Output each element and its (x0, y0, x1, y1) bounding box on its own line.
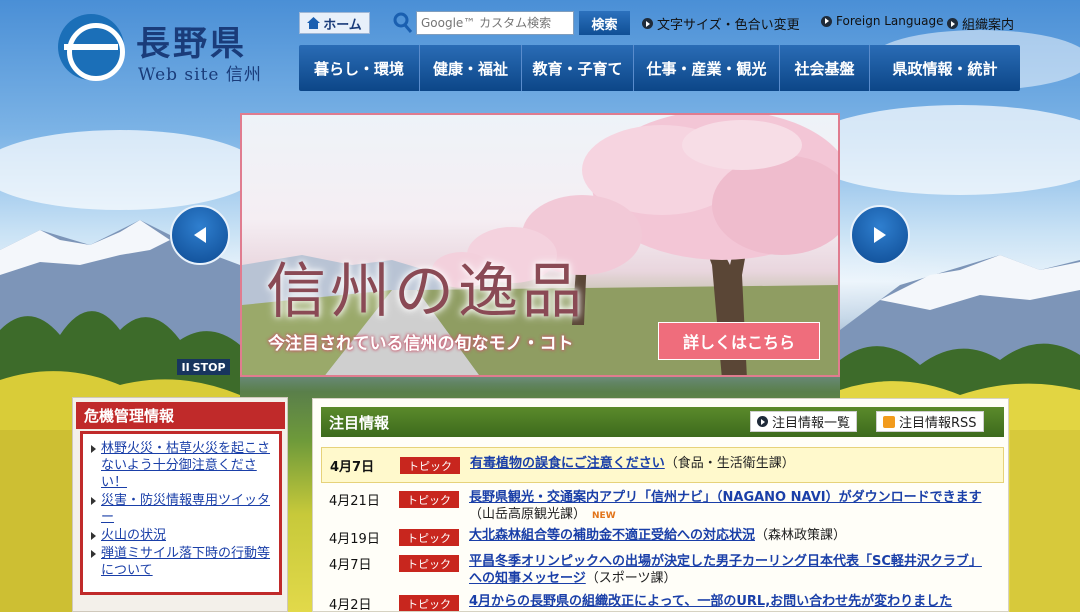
nav-health-welfare[interactable]: 健康・福祉 (420, 45, 522, 91)
home-icon (307, 17, 321, 29)
news-link[interactable]: 大北森林組合等の補助金不適正受給への対応状況 (469, 528, 755, 543)
nav-education-childcare[interactable]: 教育・子育て (522, 45, 634, 91)
news-list-button[interactable]: 注目情報一覧 (750, 411, 858, 432)
search-input[interactable] (416, 11, 574, 35)
news-row: 4月19日 トピック 大北森林組合等の補助金不適正受給への対応状況（森林政策課） (321, 523, 1004, 547)
news-row: 4月21日 トピック 長野県観光・交通案内アプリ「信州ナビ」（NAGANO NA… (321, 485, 1004, 522)
home-button[interactable]: ホーム (299, 12, 370, 34)
news-link[interactable]: 有毒植物の誤食にご注意ください (470, 456, 665, 471)
news-rss-button[interactable]: 注目情報RSS (876, 411, 984, 432)
nav-work-industry-tourism[interactable]: 仕事・産業・観光 (634, 45, 780, 91)
crisis-link-forest-fire[interactable]: 林野火災・枯草火災を起こさないよう十分御注意ください！ (101, 441, 270, 490)
news-date: 4月21日 (329, 494, 380, 509)
news-dept: （山岳高原観光課） (469, 507, 587, 522)
crisis-panel-title: 危機管理情報 (76, 402, 285, 429)
arrow-bullet-icon (947, 18, 958, 29)
slider-stop-button[interactable]: II STOP (177, 359, 230, 375)
news-dept: （森林政策課） (755, 528, 847, 543)
global-nav: 暮らし・環境 健康・福祉 教育・子育て 仕事・産業・観光 社会基盤 県政情報・統… (299, 45, 1020, 91)
news-tag-badge: トピック (399, 555, 459, 572)
news-date: 4月7日 (330, 460, 375, 475)
news-text: 有毒植物の誤食にご注意ください（食品・生活衛生課） (470, 448, 990, 482)
news-text: 平昌冬季オリンピックへの出場が決定した男子カーリング日本代表「SC軽井沢クラブ」… (469, 549, 989, 586)
news-link[interactable]: 長野県観光・交通案内アプリ「信州ナビ」（NAGANO NAVI）がダウンロードで… (469, 490, 982, 505)
home-label: ホーム (323, 17, 362, 33)
featured-news-panel: 注目情報 注目情報一覧 注目情報RSS 4月7日 トピック 有毒植物の誤食にご注… (312, 398, 1009, 612)
news-date: 4月19日 (329, 532, 380, 547)
list-item: 災害・防災情報専用ツイッター (91, 492, 271, 526)
news-date: 4月7日 (329, 558, 372, 573)
arrow-bullet-icon (757, 416, 768, 427)
news-date: 4月2日 (329, 598, 372, 612)
hero-subtitle: 今注目されている信州の旬なモノ・コト (268, 334, 574, 354)
news-row: 4月7日 トピック 平昌冬季オリンピックへの出場が決定した男子カーリング日本代表… (321, 549, 1004, 586)
crisis-link-missile[interactable]: 弾道ミサイル落下時の行動等について (101, 546, 270, 578)
crisis-link-volcano[interactable]: 火山の状況 (101, 528, 166, 543)
foreign-language-link[interactable]: Foreign Language (821, 14, 943, 28)
text-size-color-link[interactable]: 文字サイズ・色合い変更 (642, 14, 800, 33)
prefecture-emblem-icon (58, 14, 125, 81)
news-text: 4月からの長野県の組織改正によって、一部のURL,お問い合わせ先が変わりました (469, 589, 989, 611)
news-tag-badge: トピック (399, 595, 459, 611)
triangle-left-icon (194, 227, 206, 243)
hero-title: 信州の逸品 (266, 257, 586, 327)
organization-link[interactable]: 組織案内 (947, 14, 1014, 33)
news-link[interactable]: 平昌冬季オリンピックへの出場が決定した男子カーリング日本代表「SC軽井沢クラブ」… (469, 554, 982, 586)
new-badge: NEW (592, 511, 616, 521)
crisis-management-panel: 危機管理情報 林野火災・枯草火災を起こさないよう十分御注意ください！ 災害・防災… (72, 397, 288, 612)
news-row: 4月7日 トピック 有毒植物の誤食にご注意ください（食品・生活衛生課） (321, 447, 1004, 483)
arrow-bullet-icon (821, 15, 832, 27)
news-text: 大北森林組合等の補助金不適正受給への対応状況（森林政策課） (469, 523, 989, 547)
hero-details-button[interactable]: 詳しくはこちら (658, 322, 820, 360)
arrow-bullet-icon (642, 18, 653, 29)
slider-prev-button[interactable] (170, 205, 230, 265)
list-item: 弾道ミサイル落下時の行動等について (91, 545, 271, 579)
list-item: 火山の状況 (91, 527, 271, 544)
news-tag-badge: トピック (400, 457, 460, 474)
site-logo[interactable]: 長野県 Web site 信州 (58, 14, 268, 85)
news-panel-header: 注目情報 注目情報一覧 注目情報RSS (321, 407, 1004, 437)
news-tag-badge: トピック (399, 529, 459, 546)
news-text: 長野県観光・交通案内アプリ「信州ナビ」（NAGANO NAVI）がダウンロードで… (469, 485, 989, 522)
news-row: 4月2日 トピック 4月からの長野県の組織改正によって、一部のURL,お問い合わ… (321, 589, 1004, 612)
triangle-right-icon (874, 227, 886, 243)
site-title: 長野県 (136, 24, 247, 64)
search-button[interactable]: 検索 (579, 11, 630, 35)
news-dept: （スポーツ課） (585, 571, 677, 586)
search-icon (393, 12, 413, 34)
crisis-link-disaster-twitter[interactable]: 災害・防災情報専用ツイッター (101, 493, 270, 525)
nav-infrastructure[interactable]: 社会基盤 (780, 45, 870, 91)
news-panel-title: 注目情報 (329, 413, 390, 432)
site-subtitle: Web site 信州 (138, 65, 262, 85)
news-link[interactable]: 4月からの長野県の組織改正によって、一部のURL,お問い合わせ先が変わりました (469, 594, 952, 609)
nav-prefectural-info[interactable]: 県政情報・統計 (870, 45, 1020, 91)
pause-icon: II (181, 360, 190, 374)
crisis-panel-body: 林野火災・枯草火災を起こさないよう十分御注意ください！ 災害・防災情報専用ツイッ… (80, 431, 282, 595)
rss-icon (883, 415, 895, 428)
nav-living-environment[interactable]: 暮らし・環境 (299, 45, 420, 91)
news-dept: （食品・生活衛生課） (664, 456, 795, 471)
slider-next-button[interactable] (850, 205, 910, 265)
list-item: 林野火災・枯草火災を起こさないよう十分御注意ください！ (91, 440, 271, 491)
news-tag-badge: トピック (399, 491, 459, 508)
hero-slider[interactable]: 信州の逸品 今注目されている信州の旬なモノ・コト 詳しくはこちら (240, 113, 840, 377)
